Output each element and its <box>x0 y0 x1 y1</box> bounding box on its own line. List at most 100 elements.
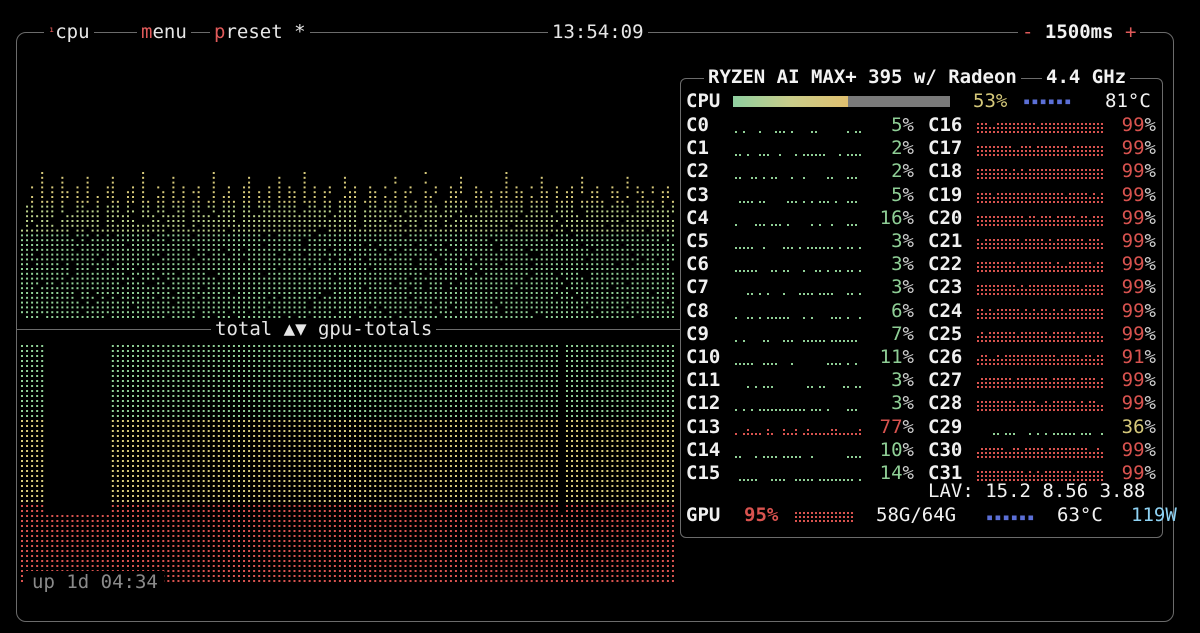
lav-values: 15.2 8.56 3.88 <box>985 480 1146 502</box>
core-pct: 3% <box>891 392 914 415</box>
core-label: C1 <box>686 137 709 160</box>
core-sparkline <box>747 293 861 296</box>
core-sparkline <box>739 479 861 481</box>
core-sparkline <box>735 409 857 412</box>
core-pct: 7% <box>891 322 914 345</box>
gpu-usage-sparkline <box>795 512 853 522</box>
core-sparkline <box>735 154 861 157</box>
core-pct: 11% <box>879 346 914 368</box>
clock: 13:54:09 <box>548 21 648 43</box>
core-label: C14 <box>686 438 721 461</box>
core-label: C23 <box>928 276 963 299</box>
core-pct: 99% <box>1121 160 1156 183</box>
cpu-tab-label: cpu <box>55 21 90 43</box>
gpu-label: GPU <box>686 504 721 526</box>
core-pct: 99% <box>1121 206 1156 229</box>
core-sparkline <box>735 223 857 226</box>
core-sparkline <box>977 215 1103 226</box>
core-label: C2 <box>686 160 709 183</box>
core-sparkline <box>735 455 861 458</box>
cpu-frequency: 4.4 GHz <box>1042 66 1131 88</box>
core-label: C18 <box>928 160 963 183</box>
cpu-tab[interactable]: ¹cpu <box>44 21 94 43</box>
cpu-temp-bar: ▪▪▪▪▪▪ <box>1023 94 1073 108</box>
core-sparkline <box>977 447 1103 458</box>
core-sparkline <box>747 386 861 389</box>
gpu-memory: 58G/64G <box>876 504 957 526</box>
core-label: C15 <box>686 462 721 484</box>
core-sparkline <box>977 146 1103 157</box>
preset-label: reset * <box>225 21 306 43</box>
core-pct: 99% <box>1121 438 1156 461</box>
core-label: C27 <box>928 369 963 392</box>
gpu-temp-bar: ▪▪▪▪▪▪ <box>986 510 1036 524</box>
gpu-pct: 95% <box>744 504 779 526</box>
core-label: C19 <box>928 183 963 206</box>
core-label: C20 <box>928 206 963 229</box>
core-label: C24 <box>928 299 963 322</box>
core-pct: 99% <box>1121 253 1156 276</box>
core-sparkline <box>977 192 1103 203</box>
core-sparkline <box>735 363 857 365</box>
core-pct: 36% <box>1121 415 1156 438</box>
core-pct: 5% <box>891 114 914 136</box>
lav-label: LAV: <box>928 480 974 502</box>
core-label: C4 <box>686 206 709 229</box>
core-sparkline <box>977 378 1103 389</box>
core-sparkline <box>977 308 1103 319</box>
core-sparkline <box>735 131 861 133</box>
graph-label: total ▲▼ gpu-totals <box>211 318 437 340</box>
cpu-total-graph <box>20 168 676 318</box>
core-sparkline <box>977 239 1103 249</box>
interval-increase-button[interactable]: + <box>1125 21 1136 43</box>
core-pct: 99% <box>1121 322 1156 345</box>
core-sparkline <box>977 331 1103 342</box>
core-label: C25 <box>928 322 963 345</box>
core-label: C16 <box>928 114 963 136</box>
core-sparkline <box>977 262 1103 273</box>
core-pct: 99% <box>1121 299 1156 322</box>
core-label: C30 <box>928 438 963 461</box>
load-average: LAV: 15.2 8.56 3.88 <box>928 480 1145 502</box>
core-pct: 77% <box>879 415 914 438</box>
core-pct: 99% <box>1121 276 1156 299</box>
core-pct: 91% <box>1121 346 1156 368</box>
core-pct: 99% <box>1121 392 1156 415</box>
core-label: C26 <box>928 346 963 368</box>
interval-control: - 1500ms + <box>1018 21 1141 43</box>
gpu-total-graph <box>20 345 676 585</box>
core-label: C29 <box>928 415 963 438</box>
core-label: C9 <box>686 322 709 345</box>
core-sparkline <box>977 401 1103 412</box>
core-pct: 2% <box>891 160 914 183</box>
core-pct: 99% <box>1121 114 1156 136</box>
gpu-temp: 63°C <box>1057 504 1103 526</box>
core-pct: 14% <box>879 462 914 484</box>
core-pct: 3% <box>891 230 914 252</box>
update-interval: 1500ms <box>1044 21 1114 43</box>
menu-hotkey: m <box>141 21 153 43</box>
core-sparkline <box>735 316 861 319</box>
core-pct: 3% <box>891 276 914 299</box>
gpu-power: 119W <box>1131 504 1177 526</box>
core-sparkline <box>735 339 857 342</box>
core-pct: 99% <box>1121 137 1156 160</box>
core-label: C12 <box>686 392 721 415</box>
core-label: C13 <box>686 415 721 438</box>
core-label: C0 <box>686 114 709 136</box>
core-pct: 3% <box>891 253 914 276</box>
core-sparkline <box>735 428 861 435</box>
core-label: C6 <box>686 253 709 276</box>
cpu-usage-bar <box>733 96 950 107</box>
uptime: up 1d 04:34 <box>26 571 164 593</box>
core-sparkline <box>735 177 857 180</box>
core-sparkline <box>739 200 857 203</box>
cpu-usage-fill <box>733 96 848 107</box>
preset-button[interactable]: preset * <box>210 21 310 43</box>
core-pct: 10% <box>879 438 914 461</box>
core-label: C3 <box>686 183 709 206</box>
core-pct: 3% <box>891 369 914 392</box>
interval-decrease-button[interactable]: - <box>1022 21 1033 43</box>
core-label: C5 <box>686 230 709 252</box>
menu-button[interactable]: menu <box>137 21 191 43</box>
